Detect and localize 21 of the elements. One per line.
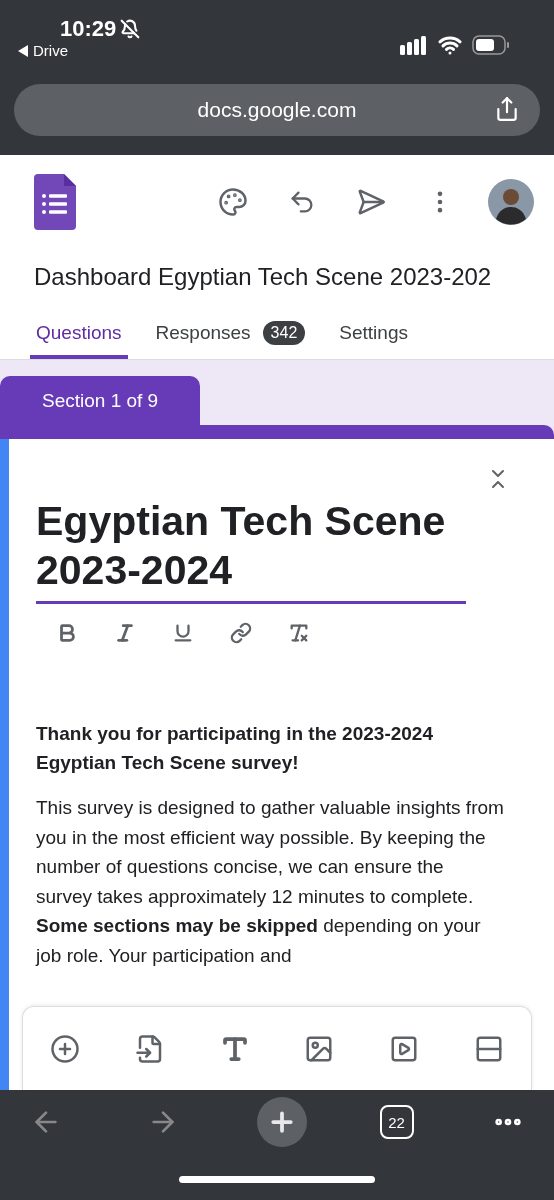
back-triangle-icon bbox=[18, 44, 28, 57]
tab-count-button[interactable]: 22 bbox=[379, 1105, 414, 1139]
new-tab-button[interactable] bbox=[257, 1097, 307, 1147]
status-time: 10:29 bbox=[60, 16, 117, 42]
form-tab[interactable]: Settings bbox=[333, 315, 414, 359]
address-bar[interactable]: docs.google.com bbox=[14, 84, 540, 136]
intro-paragraph: This survey is designed to gather valuable insights from you in the most efficient way possible. By keeping the number of questions concise, we can ensure the survey takes approximately 12 minutes to complete. Some sections may be skipped depending on your job role. Your participation and bbox=[36, 796, 505, 968]
form-tab[interactable]: Responses 342 bbox=[149, 315, 312, 359]
form-title: Dashboard Egyptian Tech Scene 2023-202 bbox=[34, 263, 493, 291]
avatar[interactable] bbox=[488, 179, 534, 225]
share-button[interactable] bbox=[494, 96, 520, 122]
intro-heading: Thank you for participating in the 2023-2024 Egyptian Tech Scene survey! bbox=[36, 722, 434, 775]
section-tab[interactable]: Section 1 of 9 bbox=[0, 376, 201, 425]
response-count-badge: 342 bbox=[262, 321, 306, 345]
battery-icon bbox=[472, 35, 510, 55]
section-title-field[interactable]: Egyptian Tech Scene 2023-2024 bbox=[36, 497, 466, 605]
forms-logo-icon bbox=[34, 174, 76, 230]
bell-off-icon bbox=[120, 19, 141, 39]
signal-icon bbox=[400, 35, 428, 55]
url-text: docs.google.com bbox=[197, 98, 357, 122]
back-to-app-link[interactable]: Drive bbox=[18, 42, 68, 59]
